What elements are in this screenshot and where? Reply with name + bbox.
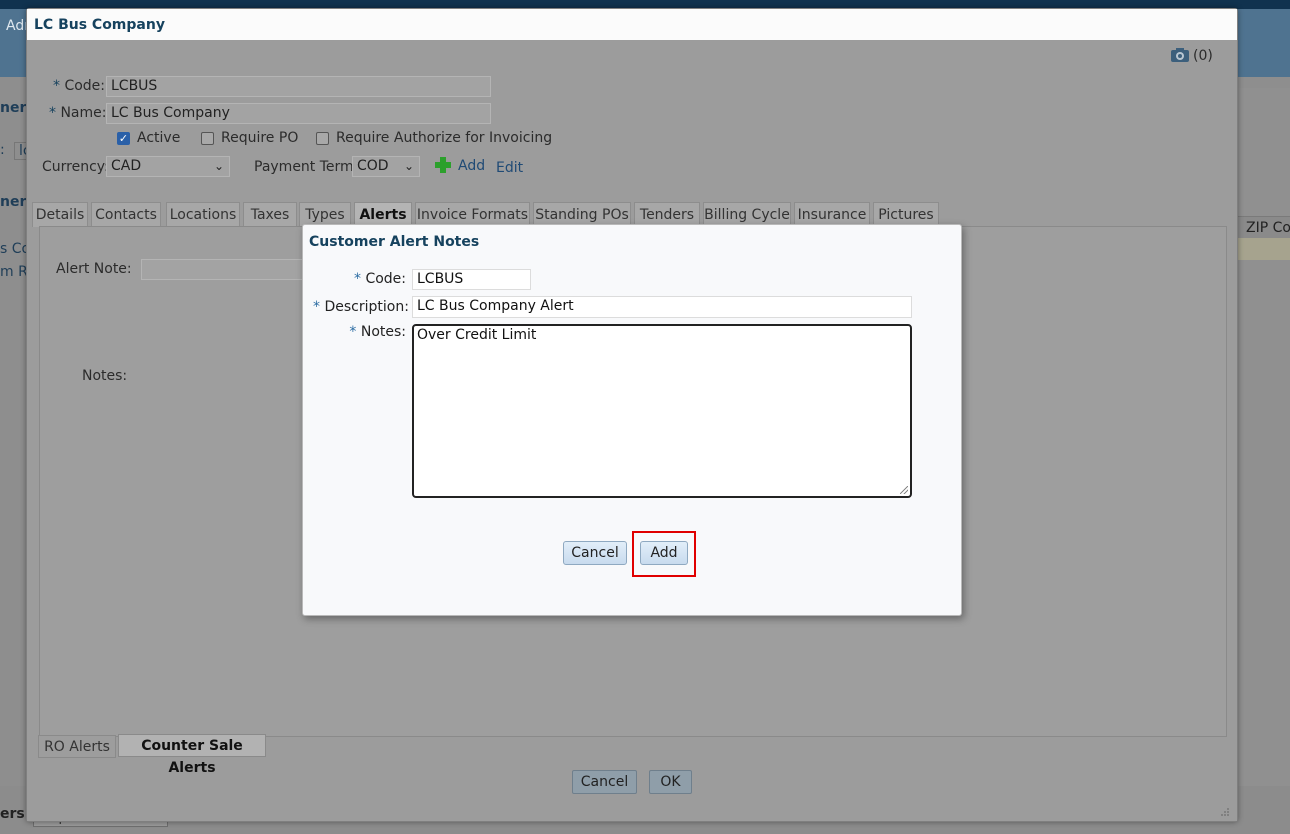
subtab-counter-sale-alerts[interactable]: Counter Sale Alerts xyxy=(118,734,266,776)
require-authorize-checkbox[interactable] xyxy=(316,132,329,145)
grid-header: ZIP Coc xyxy=(1236,216,1290,239)
chevron-down-icon: ⌄ xyxy=(403,159,414,173)
tab-taxes[interactable]: Taxes xyxy=(243,202,297,227)
active-checkbox[interactable]: ✓ xyxy=(117,132,130,145)
grid-header-zip: ZIP Coc xyxy=(1246,220,1290,236)
modal-code-field[interactable]: LCBUS xyxy=(412,269,531,290)
code-label: * Code: xyxy=(53,78,106,94)
subtab-ro-alerts[interactable]: RO Alerts xyxy=(38,735,116,758)
chevron-down-icon: ⌄ xyxy=(213,159,224,173)
modal-code-label: * Code: xyxy=(353,271,406,287)
grid-row-highlight xyxy=(1236,238,1290,260)
payment-term-label: Payment Term: xyxy=(254,159,359,175)
sidebar-fragment-2: : xyxy=(0,142,5,158)
modal-notes-text: Over Credit Limit xyxy=(417,327,537,343)
modal-add-button[interactable]: Add xyxy=(640,541,688,565)
app-grid-area xyxy=(1236,88,1290,788)
modal-cancel-button[interactable]: Cancel xyxy=(563,541,627,565)
dialog-title: LC Bus Company xyxy=(34,17,165,33)
name-label: * Name: xyxy=(49,105,107,121)
currency-label: Currency: xyxy=(42,159,109,175)
alert-note-field[interactable] xyxy=(141,259,311,280)
dialog-ok-button[interactable]: OK xyxy=(649,770,692,794)
textarea-resize-icon[interactable] xyxy=(900,486,908,494)
dialog-titlebar: LC Bus Company xyxy=(27,9,1237,41)
currency-value: CAD xyxy=(111,158,142,174)
dialog-cancel-button[interactable]: Cancel xyxy=(572,770,637,794)
modal-title: Customer Alert Notes xyxy=(309,234,480,250)
modal-description-field[interactable]: LC Bus Company Alert xyxy=(412,296,912,318)
payment-term-select[interactable]: COD ⌄ xyxy=(352,156,420,177)
currency-select[interactable]: CAD ⌄ xyxy=(106,156,230,177)
tab-locations[interactable]: Locations xyxy=(166,202,240,227)
require-po-checkbox[interactable] xyxy=(201,132,214,145)
add-plus-icon[interactable] xyxy=(434,156,452,174)
customer-alert-notes-modal: Customer Alert Notes * Code: LCBUS * Des… xyxy=(302,224,962,616)
code-field[interactable]: LCBUS xyxy=(106,76,491,97)
edit-link[interactable]: Edit xyxy=(496,160,523,176)
modal-notes-textarea[interactable]: Over Credit Limit xyxy=(412,324,912,498)
header-fragment: Adı xyxy=(6,18,29,34)
camera-icon[interactable] xyxy=(1170,47,1190,63)
picture-count: (0) xyxy=(1193,48,1213,64)
require-po-label: Require PO xyxy=(221,130,299,146)
name-field[interactable]: LC Bus Company xyxy=(106,103,491,124)
bottom-fragment: ers xyxy=(0,806,25,822)
active-label: Active xyxy=(137,130,181,146)
require-authorize-label: Require Authorize for Invoicing xyxy=(336,130,553,146)
modal-notes-label: * Notes: xyxy=(349,324,406,340)
modal-description-label: * Description: xyxy=(313,299,409,315)
payment-term-value: COD xyxy=(357,158,389,174)
notes-label: Notes: xyxy=(82,368,128,384)
resize-grip-icon[interactable] xyxy=(1220,806,1230,816)
add-link[interactable]: Add xyxy=(458,158,485,174)
tab-contacts[interactable]: Contacts xyxy=(91,202,161,227)
alert-note-label: Alert Note: xyxy=(56,261,132,277)
tab-details[interactable]: Details xyxy=(32,202,88,227)
